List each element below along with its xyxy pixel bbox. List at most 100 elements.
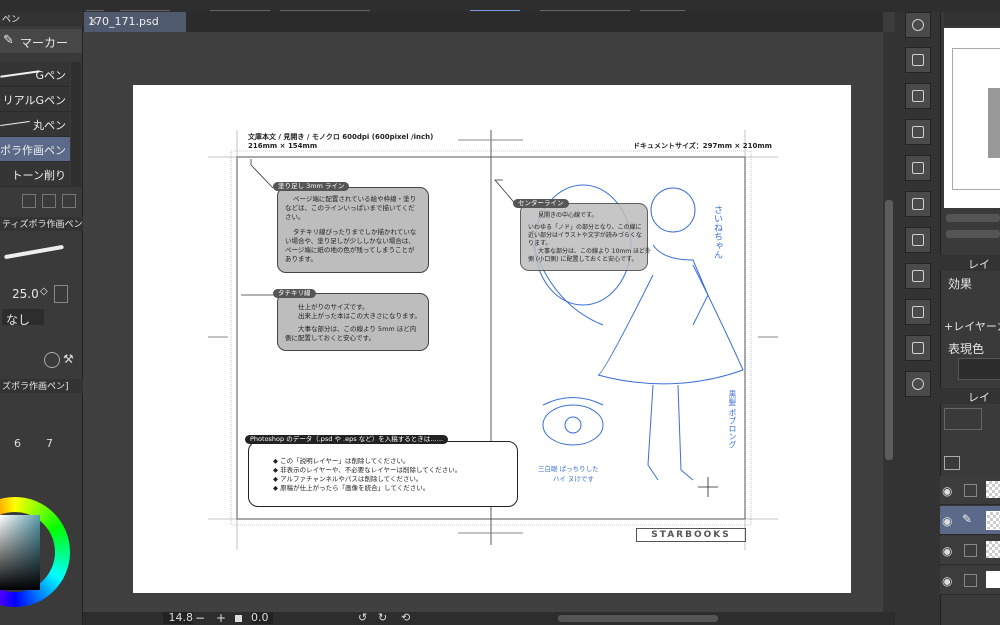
zoom-in-button[interactable]: +: [216, 611, 226, 625]
balloon-icon[interactable]: [540, 0, 630, 11]
brush-g-pen[interactable]: Gペン: [0, 62, 70, 87]
callout-center-line: 見開きの中心線です。: [538, 212, 598, 219]
notice-item: ◆ 原稿が仕上がったら「画像を統合」してください。: [273, 484, 430, 492]
notice-item: ◆ 非表示のレイヤーや、不必要なレイヤーは削除してください。: [273, 466, 462, 474]
lock-checkbox[interactable]: [964, 574, 977, 587]
ruler-icon[interactable]: [470, 0, 520, 11]
close-icon[interactable]: ✕: [88, 14, 180, 28]
zoom-slider[interactable]: [946, 214, 1000, 222]
download-icon[interactable]: [905, 155, 931, 181]
horizontal-scroll-thumb[interactable]: [558, 615, 718, 622]
brush-size-value: 25.0: [12, 287, 39, 301]
eye-icon[interactable]: ◉: [942, 574, 952, 588]
eye-icon[interactable]: ◉: [942, 484, 952, 498]
brush-zubora-pen[interactable]: ポラ作画ペン: [0, 137, 70, 162]
brush-stroke-preview: [0, 120, 30, 127]
star-icon[interactable]: [905, 263, 931, 289]
transform-icon[interactable]: [905, 227, 931, 253]
zoom-out-button[interactable]: −: [195, 611, 205, 625]
callout-bleed-tag: 塗り足し 3mm ライン: [273, 182, 350, 191]
brush-size-field[interactable]: 25.0 ◇: [0, 284, 82, 304]
frame-icon[interactable]: [905, 191, 931, 217]
zoom-value[interactable]: 14.8: [163, 612, 193, 624]
layer-tab[interactable]: レイ: [940, 388, 1000, 404]
callout-bleed-line: ページ端に配置されている絵や枠線・塗り: [293, 195, 417, 203]
layer-color-toggle[interactable]: +レイヤーカ: [944, 318, 1000, 334]
brush-maru-pen[interactable]: 丸ペン: [0, 112, 70, 137]
layer-row-selected[interactable]: ◉ ✎: [940, 506, 1000, 535]
reset-rotation-icon[interactable]: ⟲: [401, 611, 410, 624]
blend-mode-select[interactable]: [944, 408, 982, 430]
subtool-title-2: ズポラ作画ペン]: [0, 379, 84, 393]
rotate-left-icon[interactable]: ↺: [358, 611, 367, 624]
size-number[interactable]: 6: [14, 437, 21, 450]
manga-page[interactable]: 文庫本文 / 見開き / モノクロ 600dpi (600pixel /inch…: [133, 85, 851, 593]
sketch-note: 黒髪 ボブロング: [728, 390, 737, 449]
layer-property-tab[interactable]: レイ: [940, 255, 1000, 271]
canvas-status-bar: 14.8 − + 0.0 ↺ ↻ ⟲: [83, 611, 895, 625]
brush-list-scrollbar[interactable]: [71, 62, 81, 187]
expression-color-select[interactable]: [958, 358, 1000, 380]
layer-row[interactable]: ◉: [940, 566, 1000, 595]
document-tab[interactable]: 170_171.psd ✕: [84, 12, 186, 32]
preview-marker: [988, 88, 1000, 158]
pose-figure-icon[interactable]: [905, 371, 931, 397]
rotate-slider[interactable]: [946, 230, 1000, 238]
vertical-scroll-thumb[interactable]: [885, 200, 893, 460]
brush-tone-eraser[interactable]: トーン削り: [0, 162, 70, 187]
brush-label: リアルGペン: [2, 94, 66, 107]
selection-tools-icon[interactable]: [280, 0, 370, 11]
copy-icon[interactable]: [22, 194, 36, 208]
layer-icon[interactable]: [86, 0, 104, 11]
wrench-icon[interactable]: ⚒: [63, 352, 74, 366]
navigator-toggle-icon[interactable]: [905, 12, 931, 38]
box-3d-icon[interactable]: [905, 335, 931, 361]
navigator-tabs[interactable]: [944, 12, 1000, 26]
lock-checkbox[interactable]: [964, 484, 977, 497]
brush-stroke-preview: [0, 70, 40, 78]
starbooks-logo: STARBOOKS: [636, 528, 746, 542]
import-icon[interactable]: [905, 47, 931, 73]
trash-icon[interactable]: [62, 194, 76, 208]
brush-size-palette[interactable]: 6 7: [0, 397, 70, 467]
eye-icon[interactable]: ◉: [942, 544, 952, 558]
stepper-icon[interactable]: ◇: [40, 286, 48, 297]
page-guides: [208, 130, 778, 550]
brush-real-g-pen[interactable]: リアルGペン: [0, 87, 70, 112]
import-2-icon[interactable]: [905, 83, 931, 109]
export-icon[interactable]: [640, 0, 685, 11]
callout-trim-line: 仕上がりのサイズです。: [298, 303, 369, 311]
header-left-line1: 文庫本文 / 見開き / モノクロ 600dpi (600pixel /inch…: [248, 133, 434, 141]
settings-dial-icon[interactable]: [44, 352, 60, 368]
edit-icon[interactable]: [905, 299, 931, 325]
size-toggle-icon[interactable]: [54, 285, 68, 303]
rotation-value[interactable]: 0.0: [251, 612, 273, 624]
size-number[interactable]: 7: [46, 437, 53, 450]
callout-bleed-line: あります。: [285, 255, 317, 263]
brush-label: Gペン: [35, 69, 66, 82]
anti-alias-field[interactable]: なし: [0, 308, 82, 328]
material-3d-icon[interactable]: [905, 119, 931, 145]
undo-icon[interactable]: [210, 0, 270, 11]
callout-trim-line: 出来上がった本はこの大きさになります。: [298, 312, 421, 320]
layer-list-icon[interactable]: [944, 456, 960, 470]
layer-row[interactable]: ◉: [940, 536, 1000, 565]
duplicate-icon[interactable]: [42, 194, 56, 208]
new-file-icon[interactable]: [120, 0, 170, 11]
panel-header: ペン: [0, 12, 84, 26]
sketch-note: さいねちゃん: [712, 205, 722, 259]
marker-tool[interactable]: ✎ マーカー: [0, 29, 82, 53]
callout-center-line: 側 (小口側) に配置しておくと安心です。: [528, 256, 638, 263]
layer-row[interactable]: ◉: [940, 476, 1000, 505]
callout-bleed-line: などは、このラインいっぱいまで描いてくだ: [285, 204, 415, 212]
lock-checkbox[interactable]: [964, 544, 977, 557]
layer-tab-label: レイ: [968, 391, 990, 404]
rotate-right-icon[interactable]: ↻: [378, 611, 387, 624]
navigator-preview[interactable]: [944, 28, 1000, 208]
marker-icon: ✎: [3, 33, 14, 48]
callout-trim-tag: タチキリ線: [273, 289, 316, 298]
callout-trim-line: 大事な部分は、この線より 5mm ほど内: [298, 325, 417, 333]
header-right: ドキュメントサイズ：297mm × 210mm: [633, 142, 772, 150]
eye-icon[interactable]: ◉: [942, 514, 952, 528]
fit-icon[interactable]: [235, 615, 242, 622]
